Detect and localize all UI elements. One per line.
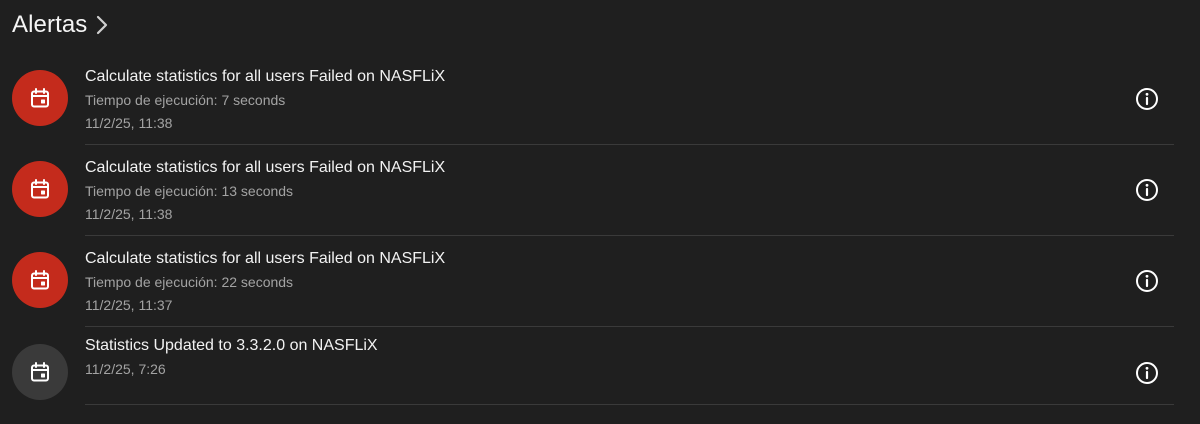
- calendar-icon: [28, 268, 52, 292]
- alert-timestamp: 11/2/25, 11:38: [85, 115, 173, 131]
- alert-title: Calculate statistics for all users Faile…: [85, 159, 446, 176]
- alert-title: Calculate statistics for all users Faile…: [85, 68, 446, 85]
- alert-text: Statistics Updated to 3.3.2.0 on NASFLiX…: [85, 335, 378, 380]
- alert-avatar: [12, 252, 68, 308]
- calendar-icon: [28, 86, 52, 110]
- alert-timestamp: 11/2/25, 11:38: [85, 206, 173, 222]
- alert-avatar: [12, 344, 68, 400]
- chevron-right-icon: [95, 14, 109, 36]
- alert-text: Calculate statistics for all users Faile…: [85, 157, 445, 225]
- calendar-icon: [28, 177, 52, 201]
- page-title: Alertas: [12, 11, 88, 38]
- divider: [85, 326, 1174, 327]
- alert-list: Calculate statistics for all users Faile…: [0, 54, 1200, 405]
- info-icon[interactable]: [1134, 177, 1160, 203]
- alert-title: Statistics Updated to 3.3.2.0 on NASFLiX: [85, 337, 378, 354]
- info-icon[interactable]: [1134, 86, 1160, 112]
- alert-timestamp: 11/2/25, 7:26: [85, 361, 166, 377]
- alert-item[interactable]: Calculate statistics for all users Faile…: [0, 54, 1200, 145]
- alert-avatar: [12, 70, 68, 126]
- calendar-icon: [28, 360, 52, 384]
- alert-text: Calculate statistics for all users Faile…: [85, 66, 445, 134]
- alert-avatar: [12, 161, 68, 217]
- alert-item[interactable]: Statistics Updated to 3.3.2.0 on NASFLiX…: [0, 337, 1200, 405]
- alert-duration: Tiempo de ejecución: 13 seconds: [85, 183, 294, 199]
- alert-item[interactable]: Calculate statistics for all users Faile…: [0, 236, 1200, 327]
- alert-timestamp: 11/2/25, 11:37: [85, 297, 173, 313]
- info-icon[interactable]: [1134, 268, 1160, 294]
- alert-title: Calculate statistics for all users Faile…: [85, 250, 446, 267]
- info-icon[interactable]: [1134, 360, 1160, 386]
- alert-text: Calculate statistics for all users Faile…: [85, 248, 445, 316]
- alert-item[interactable]: Calculate statistics for all users Faile…: [0, 145, 1200, 236]
- alerts-header-link[interactable]: Alertas: [12, 8, 109, 42]
- divider: [85, 404, 1174, 405]
- alert-duration: Tiempo de ejecución: 22 seconds: [85, 274, 294, 290]
- alert-duration: Tiempo de ejecución: 7 seconds: [85, 92, 286, 108]
